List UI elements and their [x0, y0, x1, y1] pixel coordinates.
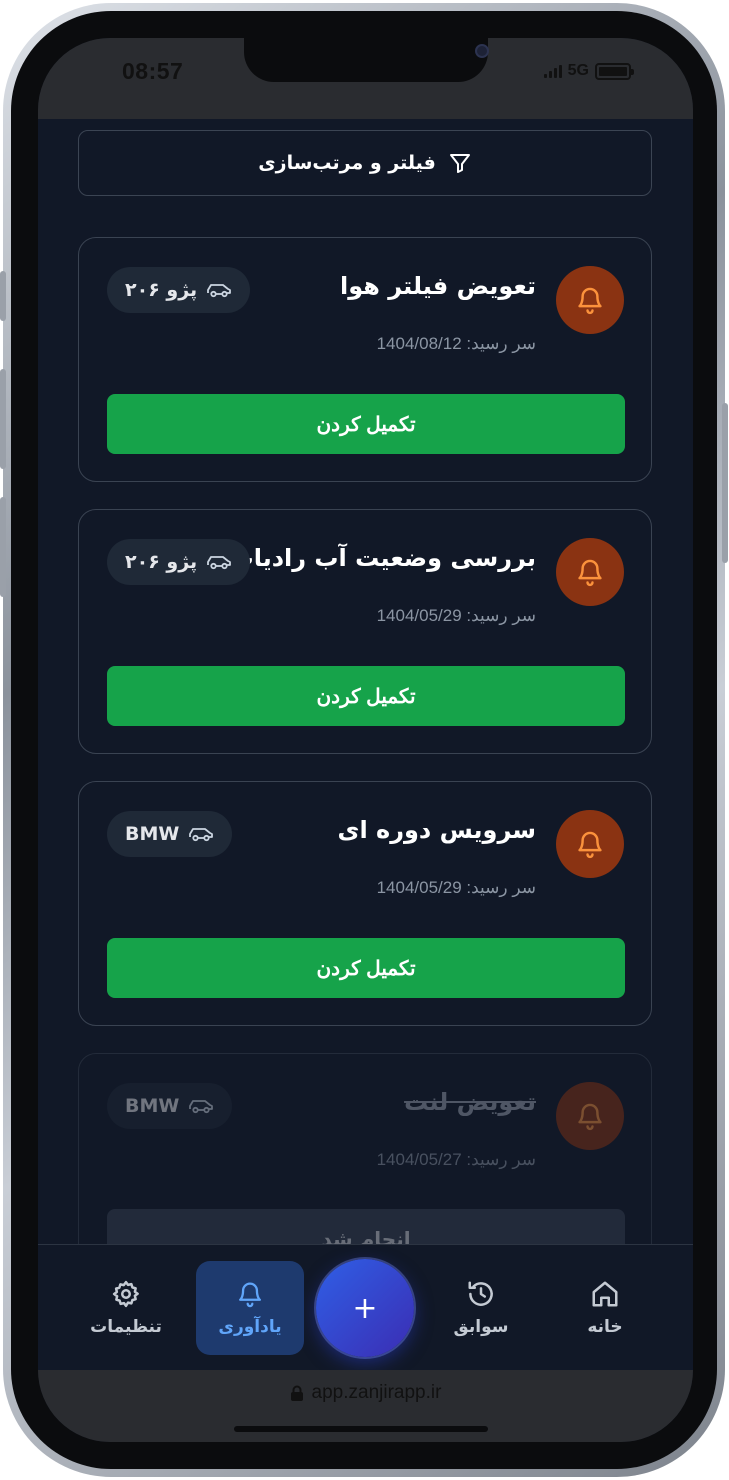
volume-up-button: [0, 369, 6, 469]
reminder-bell-badge: [556, 538, 624, 606]
car-icon: [189, 828, 214, 842]
reminder-card: سرویس دوره ای سر رسید: 1404/05/29 BMW تک…: [78, 781, 652, 1026]
signal-icon: [543, 64, 562, 78]
car-name: پژو ۲۰۶: [125, 551, 198, 573]
nav-label-home: خانه: [587, 1317, 623, 1337]
reminder-due-date: سر رسید: 1404/05/29: [376, 606, 536, 625]
car-name: BMW: [125, 1095, 180, 1117]
car-icon: [189, 1100, 214, 1114]
complete-button[interactable]: تکمیل کردن: [107, 394, 625, 454]
reminder-title: تعویض لنت: [404, 1088, 536, 1116]
screen: 08:57 5G فیلتر و مرتب‌سازی تعویض فیلتر ه…: [38, 38, 693, 1442]
reminder-card: تعویض فیلتر هوا سر رسید: 1404/08/12 پژو …: [78, 237, 652, 482]
bell-icon: [239, 1282, 261, 1308]
reminder-title: تعویض فیلتر هوا: [339, 272, 536, 300]
filter-icon: [449, 154, 470, 173]
home-icon: [592, 1281, 618, 1307]
battery-icon: [595, 62, 634, 80]
filter-sort-button[interactable]: فیلتر و مرتب‌سازی: [78, 130, 652, 196]
history-icon: [468, 1281, 493, 1306]
car-name: پژو ۲۰۶: [125, 279, 198, 301]
car-chip[interactable]: پژو ۲۰۶: [107, 539, 251, 585]
reminder-bell-badge: [556, 1082, 624, 1150]
lock-icon: [290, 1385, 303, 1401]
filter-sort-label: فیلتر و مرتب‌سازی: [258, 152, 436, 174]
front-camera: [475, 44, 489, 58]
complete-button[interactable]: تکمیل کردن: [107, 938, 625, 998]
notch: [244, 38, 489, 82]
volume-down-button: [0, 497, 6, 597]
reminder-due-date: سر رسید: 1404/05/27: [376, 1150, 536, 1169]
car-chip[interactable]: BMW: [107, 1083, 233, 1129]
reminder-due-date: سر رسید: 1404/08/12: [376, 334, 536, 353]
bell-icon: [578, 831, 602, 859]
reminder-title: سرویس دوره ای: [337, 816, 536, 844]
nav-label-history: سوابق: [453, 1317, 509, 1337]
reminder-bell-badge: [556, 266, 624, 334]
car-icon: [207, 556, 232, 570]
power-button: [722, 403, 728, 563]
bottom-navigation: خانه سوابق + یادآوری تنظیمات: [38, 1244, 693, 1370]
reminder-bell-badge: [556, 810, 624, 878]
status-bar: 08:57 5G: [38, 38, 693, 119]
nav-item-home[interactable]: خانه: [551, 1261, 659, 1355]
status-icons: 5G: [543, 62, 634, 80]
network-label: 5G: [567, 62, 589, 79]
home-indicator[interactable]: [234, 1426, 488, 1432]
browser-url-bar: app.zanjirapp.ir: [38, 1370, 693, 1442]
complete-button[interactable]: تکمیل کردن: [107, 666, 625, 726]
nav-label-reminders: یادآوری: [218, 1317, 282, 1337]
nav-item-reminders[interactable]: یادآوری: [196, 1261, 304, 1355]
status-time: 08:57: [122, 58, 184, 84]
car-icon: [207, 284, 232, 298]
bell-icon: [578, 287, 602, 315]
nav-item-history[interactable]: سوابق: [427, 1261, 535, 1355]
url-display[interactable]: app.zanjirapp.ir: [38, 1382, 693, 1404]
reminder-title: بررسی وضعیت آب رادیات: [229, 544, 536, 572]
car-chip[interactable]: BMW: [107, 811, 233, 857]
nav-item-settings[interactable]: تنظیمات: [72, 1261, 180, 1355]
reminder-card: بررسی وضعیت آب رادیات سر رسید: 1404/05/2…: [78, 509, 652, 754]
bell-icon: [578, 559, 602, 587]
url-text: app.zanjirapp.ir: [311, 1382, 442, 1403]
reminder-due-date: سر رسید: 1404/05/29: [376, 878, 536, 897]
car-name: BMW: [125, 823, 180, 845]
car-chip[interactable]: پژو ۲۰۶: [107, 267, 251, 313]
bell-icon: [578, 1103, 602, 1131]
nav-label-settings: تنظیمات: [90, 1317, 162, 1337]
gear-icon: [112, 1280, 139, 1308]
add-button[interactable]: +: [316, 1259, 414, 1357]
mute-switch: [0, 271, 6, 321]
